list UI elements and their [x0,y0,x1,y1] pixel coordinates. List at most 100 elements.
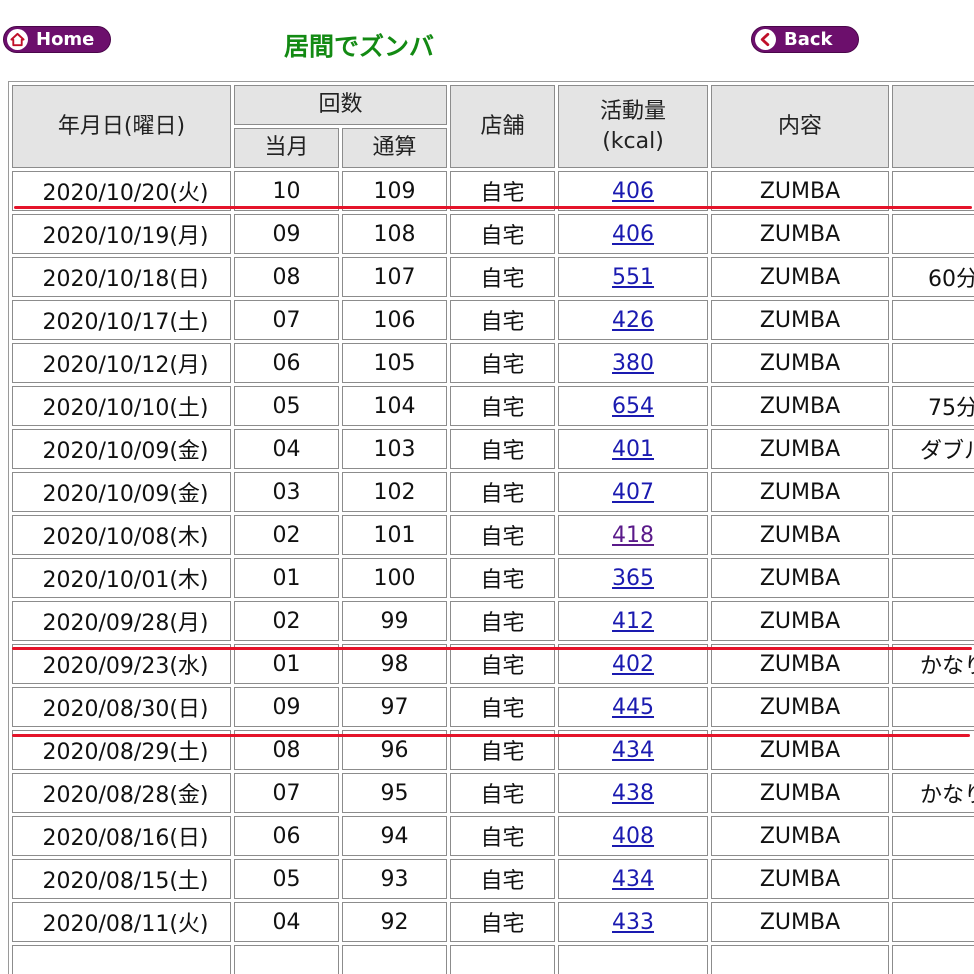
back-button[interactable]: Back [751,26,859,53]
header-date: 年月日(曜日) [12,85,231,168]
cell-content: ZUMBA [711,558,890,598]
activity-table-body: 2020/10/20(火) 10 109 自宅 406 ZUMBA 2020/10/19(月… [12,171,974,974]
highlight-line-2 [12,647,972,650]
home-button-label: Home [36,29,95,50]
page-title: 居間でズンバ [284,32,435,61]
cell-date [12,945,231,974]
cell-kcal: 406 [558,171,709,211]
cell-store: 自宅 [450,214,556,254]
cell-count-total: 94 [342,816,448,856]
kcal-link[interactable]: 434 [612,867,654,892]
highlight-line-3 [12,734,970,737]
cell-store: 自宅 [450,343,556,383]
cell-note: かなり [892,773,974,813]
kcal-link[interactable]: 438 [612,781,654,806]
kcal-link[interactable]: 406 [612,179,654,204]
cell-date: 2020/10/20(火) [12,171,231,211]
cell-count-month [234,945,339,974]
header-count-month: 当月 [234,128,339,168]
cell-date: 2020/08/28(金) [12,773,231,813]
cell-note: かなり [892,644,974,684]
kcal-link[interactable]: 407 [612,480,654,505]
chevron-left-icon [755,29,776,50]
cell-content: ZUMBA [711,644,890,684]
cell-date: 2020/08/30(日) [12,687,231,727]
cell-count-month: 06 [234,343,339,383]
cell-count-total: 99 [342,601,448,641]
table-row: 2020/08/15(土) 05 93 自宅 434 ZUMBA [12,859,974,899]
kcal-link[interactable]: 365 [612,566,654,591]
cell-kcal [558,945,709,974]
cell-kcal: 380 [558,343,709,383]
cell-count-total: 103 [342,429,448,469]
cell-count-month: 09 [234,214,339,254]
kcal-link[interactable]: 418 [612,523,654,548]
cell-kcal: 412 [558,601,709,641]
cell-count-month: 06 [234,816,339,856]
cell-content: ZUMBA [711,816,890,856]
cell-store: 自宅 [450,601,556,641]
cell-note [892,515,974,555]
page: Home 居間でズンバ Back 年月日(曜日) 回数 店舗 活動量 (kcal… [0,0,974,974]
cell-store: 自宅 [450,386,556,426]
cell-count-month: 02 [234,515,339,555]
cell-content: ZUMBA [711,687,890,727]
cell-date: 2020/10/19(月) [12,214,231,254]
cell-date: 2020/10/09(金) [12,472,231,512]
cell-count-total: 97 [342,687,448,727]
cell-date: 2020/10/10(土) [12,386,231,426]
home-icon [7,29,28,50]
cell-kcal: 438 [558,773,709,813]
cell-date: 2020/10/12(月) [12,343,231,383]
cell-kcal: 406 [558,214,709,254]
kcal-link[interactable]: 406 [612,222,654,247]
cell-content: ZUMBA [711,472,890,512]
table-row: 2020/10/09(金) 03 102 自宅 407 ZUMBA [12,472,974,512]
kcal-link[interactable]: 551 [612,265,654,290]
cell-store: 自宅 [450,257,556,297]
cell-count-month: 09 [234,687,339,727]
kcal-link[interactable]: 434 [612,738,654,763]
cell-count-total: 108 [342,214,448,254]
cell-count-total: 95 [342,773,448,813]
kcal-link[interactable]: 412 [612,609,654,634]
cell-note [892,171,974,211]
table-row: 2020/10/17(土) 07 106 自宅 426 ZUMBA [12,300,974,340]
kcal-link[interactable]: 433 [612,910,654,935]
cell-store: 自宅 [450,773,556,813]
table-row: 2020/10/20(火) 10 109 自宅 406 ZUMBA [12,171,974,211]
kcal-link[interactable]: 426 [612,308,654,333]
cell-count-total: 101 [342,515,448,555]
table-row: 2020/10/12(月) 06 105 自宅 380 ZUMBA [12,343,974,383]
cell-kcal: 433 [558,902,709,942]
cell-count-total: 106 [342,300,448,340]
cell-count-month: 08 [234,257,339,297]
cell-store: 自宅 [450,515,556,555]
cell-note: ダブル [892,429,974,469]
cell-kcal: 434 [558,859,709,899]
cell-date: 2020/09/23(水) [12,644,231,684]
kcal-link[interactable]: 654 [612,394,654,419]
cell-store: 自宅 [450,902,556,942]
cell-content: ZUMBA [711,257,890,297]
cell-count-month: 01 [234,644,339,684]
table-row: 2020/08/30(日) 09 97 自宅 445 ZUMBA [12,687,974,727]
cell-content: ZUMBA [711,386,890,426]
kcal-link[interactable]: 401 [612,437,654,462]
cell-content: ZUMBA [711,214,890,254]
kcal-link[interactable]: 408 [612,824,654,849]
table-row: 2020/10/09(金)04103自宅 401 ZUMBAダブル [12,429,974,469]
cell-content: ZUMBA [711,859,890,899]
kcal-link[interactable]: 445 [612,695,654,720]
kcal-link[interactable]: 380 [612,351,654,376]
cell-date: 2020/08/16(日) [12,816,231,856]
cell-count-total: 98 [342,644,448,684]
cell-kcal: 401 [558,429,709,469]
header-count: 回数 [234,85,448,125]
home-button[interactable]: Home [3,26,111,53]
header-note [892,85,974,168]
cell-content: ZUMBA [711,773,890,813]
cell-count-total: 104 [342,386,448,426]
cell-count-total [342,945,448,974]
kcal-link[interactable]: 402 [612,652,654,677]
